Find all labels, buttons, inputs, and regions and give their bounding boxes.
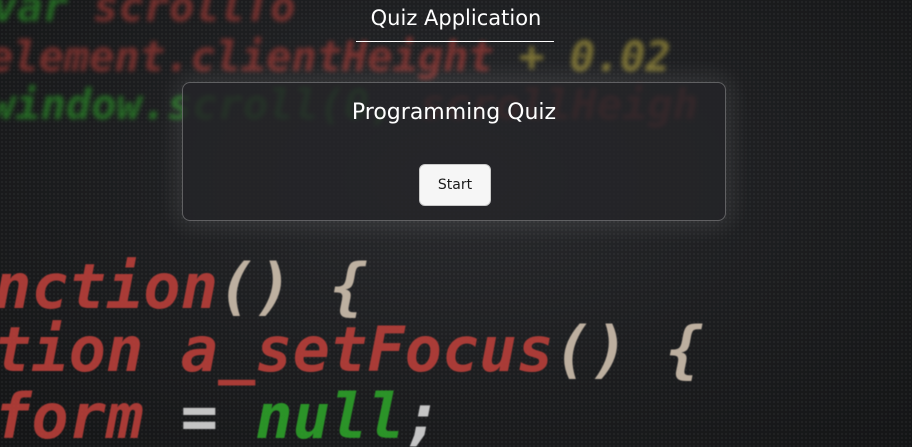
background-code-line: form = null; bbox=[0, 380, 442, 447]
background-code-line: element.clientHeight + 0.02 bbox=[0, 32, 671, 81]
title-underline bbox=[356, 41, 554, 42]
quiz-title: Programming Quiz bbox=[351, 100, 557, 125]
quiz-card: Programming Quiz Start bbox=[182, 82, 726, 221]
background-code-line: tion a_setFocus() { bbox=[0, 313, 704, 386]
page-title: Quiz Application bbox=[370, 6, 542, 30]
code-background: var scrollTo element.clientHeight + 0.02… bbox=[0, 0, 912, 447]
start-button[interactable]: Start bbox=[419, 164, 491, 206]
